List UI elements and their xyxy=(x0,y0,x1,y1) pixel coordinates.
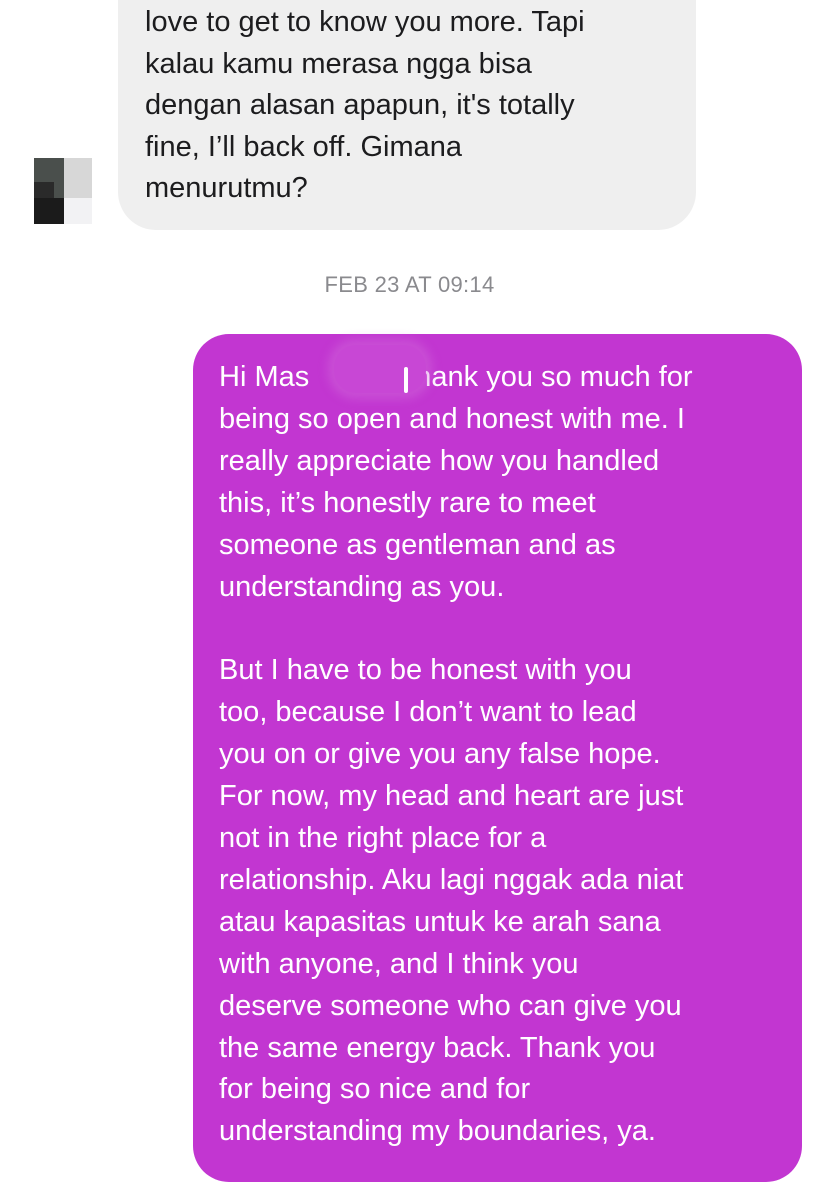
redaction-edge xyxy=(404,367,408,393)
message-line: really appreciate how you handled xyxy=(219,444,660,477)
avatar-block xyxy=(64,198,92,224)
message-line: But I have to be honest with you xyxy=(219,654,632,687)
message-line: For now, my head and heart are just xyxy=(219,780,684,813)
redaction-blur xyxy=(334,345,426,393)
message-line: menurutmu? xyxy=(145,172,308,204)
message-line: understanding my boundaries, ya. xyxy=(219,1115,656,1148)
avatar[interactable] xyxy=(34,158,92,224)
chat-thread: love to get to know you more. Tapi kalau… xyxy=(0,0,819,1200)
message-line: atau kapasitas untuk ke arah sana xyxy=(219,905,661,938)
message-line: relationship. Aku lagi nggak ada niat xyxy=(219,863,684,896)
sent-message-text: Hi Mas thank you so much for being so ope… xyxy=(219,357,789,1153)
message-line: with anyone, and I think you xyxy=(219,947,579,980)
avatar-block xyxy=(64,158,92,198)
message-line: being so open and honest with me. I xyxy=(219,402,685,435)
received-message-row: love to get to know you more. Tapi kalau… xyxy=(0,0,819,240)
avatar-block xyxy=(34,198,64,224)
message-line: love to get to know you more. Tapi xyxy=(145,6,585,38)
message-line: dengan alasan apapun, it's totally xyxy=(145,89,575,121)
message-line: you on or give you any false hope. xyxy=(219,738,661,771)
message-line: not in the right place for a xyxy=(219,821,547,854)
message-line: fine, I’ll back off. Gimana xyxy=(145,130,463,163)
message-line: kalau kamu merasa ngga bisa xyxy=(145,47,532,80)
message-line: understanding as you. xyxy=(219,570,505,603)
message-line: the same energy back. Thank you xyxy=(219,1031,656,1064)
message-line: deserve someone who can give you xyxy=(219,989,682,1022)
message-line: for being so nice and for xyxy=(219,1073,531,1106)
received-message-text: love to get to know you more. Tapi kalau… xyxy=(145,2,675,210)
message-line: someone as gentleman and as xyxy=(219,528,616,561)
message-line: thank you so much for xyxy=(407,361,693,393)
message-line: too, because I don’t want to lead xyxy=(219,696,637,729)
message-line: this, it’s honestly rare to meet xyxy=(219,486,596,519)
timestamp-label: FEB 23 AT 09:14 xyxy=(324,272,495,297)
message-timestamp: FEB 23 AT 09:14 xyxy=(0,272,819,298)
message-line: Hi Mas xyxy=(219,361,310,393)
